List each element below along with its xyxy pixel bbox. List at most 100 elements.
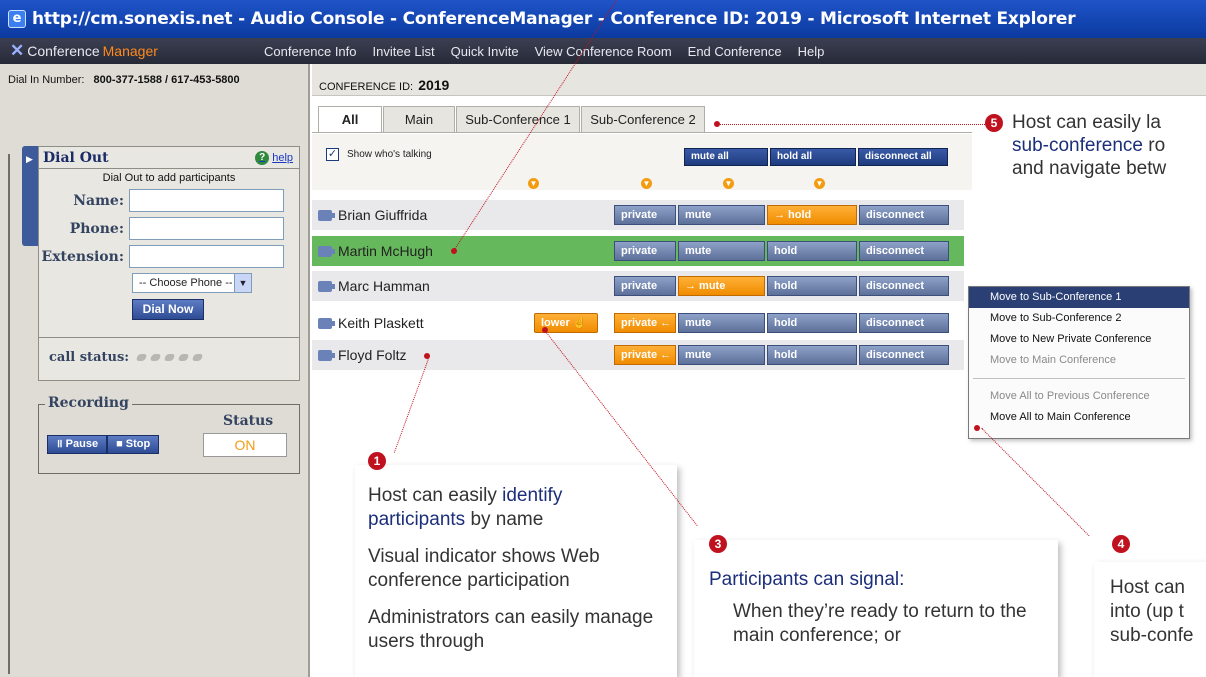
status-indicator-icon: [149, 354, 162, 361]
callout-5-line-2b: ro: [1142, 135, 1166, 156]
disconnect-button[interactable]: disconnect: [859, 241, 949, 261]
hold-button[interactable]: hold: [767, 313, 857, 333]
participant-actions: private mute → hold disconnect: [614, 205, 951, 225]
stop-button[interactable]: ■ Stop: [107, 435, 160, 454]
move-context-menu: Move to Sub-Conference 1 Move to Sub-Con…: [968, 286, 1190, 439]
callout-4-line-1: Host can: [1110, 577, 1185, 598]
phone-input[interactable]: [129, 217, 284, 240]
menu-move-to-sub-conference-1[interactable]: Move to Sub-Conference 1: [969, 287, 1189, 308]
mute-button[interactable]: mute: [678, 241, 765, 261]
callout-4-number: 4: [1112, 535, 1130, 553]
dialout-collapse-tab[interactable]: [22, 146, 39, 246]
hold-button[interactable]: hold: [767, 345, 857, 365]
phone-participant-icon: [318, 349, 335, 361]
show-talking-toggle[interactable]: ✓ Show who's talking: [326, 148, 432, 161]
mute-column-arrow-icon: ▼: [641, 178, 652, 189]
participant-name-text: Brian Giuffrida: [338, 207, 428, 223]
private-button[interactable]: private ←: [614, 313, 676, 333]
disconnect-button[interactable]: disconnect: [859, 313, 949, 333]
call-status-label: call status:: [49, 350, 130, 365]
callout-5-line-3: and navigate betw: [1012, 158, 1167, 179]
phone-participant-icon: [318, 245, 335, 257]
tab-main[interactable]: Main: [383, 106, 455, 132]
menu-end-conference[interactable]: End Conference: [680, 44, 790, 59]
participant-row[interactable]: Brian Giuffrida private mute → hold disc…: [312, 200, 964, 230]
hold-button[interactable]: hold: [767, 241, 857, 261]
name-row: Name:: [39, 189, 299, 212]
chevron-down-icon: ▼: [234, 274, 251, 292]
recording-buttons: ॥ Pause ■ Stop: [47, 435, 160, 454]
pause-button[interactable]: ॥ Pause: [47, 435, 108, 454]
conference-id-value: 2019: [418, 77, 450, 93]
callout-3-number: 3: [709, 535, 727, 553]
phone-participant-icon: [318, 317, 335, 329]
phone-row: Phone:: [39, 217, 299, 240]
dial-out-subtitle: Dial Out to add participants: [102, 172, 236, 184]
dial-out-panel: Dial Out ? help Dial Out to add particip…: [38, 146, 300, 381]
menu-move-all-to-main-conference[interactable]: Move All to Main Conference: [969, 407, 1189, 428]
status-indicator-icon: [177, 354, 190, 361]
private-button[interactable]: private: [614, 276, 676, 296]
extension-input[interactable]: [129, 245, 284, 268]
menu-help[interactable]: Help: [790, 44, 833, 59]
disconnect-button[interactable]: disconnect: [859, 345, 949, 365]
tab-all[interactable]: All: [318, 106, 382, 132]
disconnect-all-button[interactable]: disconnect all: [858, 148, 948, 166]
callout-1-line-2: participants by name: [368, 508, 668, 532]
callout-5-number: 5: [985, 114, 1003, 132]
recording-panel: Recording Status ॥ Pause ■ Stop ON: [38, 395, 300, 474]
callout-1-number: 1: [368, 452, 386, 470]
callout-1-text: Host can easily identify participants by…: [368, 484, 668, 654]
private-button[interactable]: private ←: [614, 345, 676, 365]
checkbox-checked-icon[interactable]: ✓: [326, 148, 339, 161]
hand-cursor-icon: ☝: [572, 317, 587, 329]
callout-1-emphasis-2: participants: [368, 509, 466, 530]
callout-1-paragraph-2: Visual indicator shows Web conference pa…: [368, 546, 600, 591]
left-panel: Dial In Number: 800-377-1588 / 617-453-5…: [0, 64, 310, 677]
annotation-marker: [542, 327, 548, 333]
menu-quick-invite[interactable]: Quick Invite: [443, 44, 527, 59]
callout-3-paragraph: When they’re ready to return to the main…: [733, 601, 1027, 646]
conference-id-label: CONFERENCE ID:: [319, 81, 414, 93]
hold-all-button[interactable]: hold all: [770, 148, 856, 166]
callout-4-text: Host can into (up t sub-confe: [1110, 576, 1206, 648]
panel-divider: [8, 154, 10, 674]
logo-text-a: Conference: [27, 43, 100, 59]
mute-button[interactable]: mute: [678, 205, 765, 225]
mute-all-button[interactable]: mute all: [684, 148, 768, 166]
help-label: help: [272, 151, 293, 164]
disconnect-button[interactable]: disconnect: [859, 205, 949, 225]
name-input[interactable]: [129, 189, 284, 212]
participant-row[interactable]: Marc Hamman private → mute hold disconne…: [312, 271, 964, 301]
menu-move-to-main-conference: Move to Main Conference: [990, 354, 1116, 366]
choose-phone-select[interactable]: -- Choose Phone -- ▼: [132, 273, 252, 293]
mute-button[interactable]: mute: [678, 345, 765, 365]
mute-button[interactable]: mute: [678, 313, 765, 333]
tab-sub-conference-2[interactable]: Sub-Conference 2: [581, 106, 705, 132]
private-button[interactable]: private: [614, 241, 676, 261]
participant-name-text: Keith Plaskett: [338, 315, 424, 331]
menu-move-to-new-private-conference[interactable]: Move to New Private Conference: [969, 329, 1189, 350]
disconnect-button[interactable]: disconnect: [859, 276, 949, 296]
menu-invitee-list[interactable]: Invitee List: [365, 44, 443, 59]
callout-5-line-2: sub-conference ro: [1012, 134, 1206, 157]
participant-row-active[interactable]: Martin McHugh private mute hold disconne…: [312, 236, 964, 266]
help-link[interactable]: ? help: [255, 150, 293, 165]
callout-5-text: Host can easily la sub-conference ro and…: [1012, 111, 1206, 180]
private-button[interactable]: private: [614, 205, 676, 225]
menu-view-conference-room[interactable]: View Conference Room: [527, 44, 680, 59]
menu-conference-info[interactable]: Conference Info: [256, 44, 365, 59]
mute-button[interactable]: → mute: [678, 276, 765, 296]
choose-phone-value: -- Choose Phone --: [139, 277, 233, 289]
callout-1-line-1: Host can easily identify: [368, 484, 668, 508]
callout-1-paragraph-3: Administrators can easily manage users t…: [368, 607, 654, 652]
menu-move-to-sub-conference-2[interactable]: Move to Sub-Conference 2: [969, 308, 1189, 329]
participant-name: Marc Hamman: [318, 278, 430, 294]
participant-row[interactable]: Floyd Foltz private ← mute hold disconne…: [312, 340, 964, 370]
annotation-marker: [974, 425, 980, 431]
tab-sub-conference-1[interactable]: Sub-Conference 1: [456, 106, 580, 132]
participant-row[interactable]: Keith Plaskett lower ☝ private ← mute ho…: [312, 308, 964, 338]
dial-now-button[interactable]: Dial Now: [132, 299, 204, 320]
hold-button[interactable]: hold: [767, 276, 857, 296]
hold-button[interactable]: → hold: [767, 205, 857, 225]
